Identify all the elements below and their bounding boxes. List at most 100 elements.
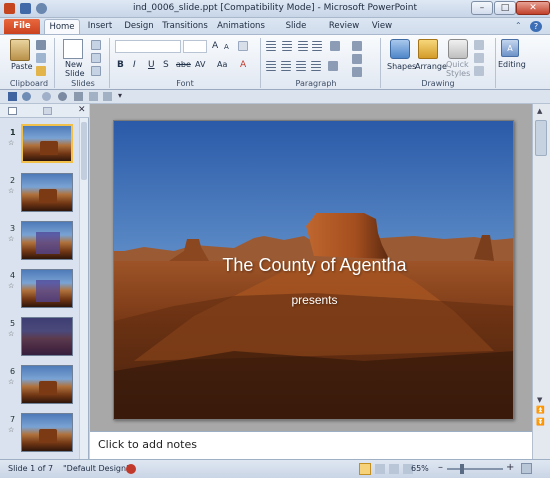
vertical-scrollbar[interactable]: ▲ ▼ ⏫ ⏬ <box>532 104 550 431</box>
slide-thumbnail[interactable] <box>21 269 73 308</box>
bold-button[interactable]: B <box>117 60 124 70</box>
shadow-button[interactable]: S <box>163 60 169 70</box>
slide-canvas[interactable]: The County of Agentha presents <box>113 120 514 420</box>
scroll-thumb[interactable] <box>535 120 547 156</box>
fit-to-window-icon[interactable] <box>521 463 532 474</box>
shrink-font-button[interactable]: A <box>224 43 229 51</box>
format-painter-icon[interactable] <box>36 66 46 76</box>
print-icon[interactable] <box>89 92 98 101</box>
slide-title[interactable]: The County of Agentha <box>114 255 513 276</box>
tab-transitions[interactable]: Transitions <box>162 19 208 35</box>
font-color-button[interactable]: A <box>240 60 246 70</box>
text-direction-icon[interactable] <box>352 41 362 51</box>
minimize-button[interactable]: – <box>471 1 493 15</box>
slide-subtitle[interactable]: presents <box>114 293 513 307</box>
zoom-level[interactable]: 65% <box>411 464 429 473</box>
arrange-label[interactable]: Arrange <box>415 62 447 71</box>
tab-review[interactable]: Review <box>327 19 361 35</box>
undo-icon[interactable] <box>22 92 31 101</box>
shapes-icon[interactable] <box>390 39 410 59</box>
font-name-field[interactable] <box>115 40 181 53</box>
reset-icon[interactable] <box>91 53 101 63</box>
scroll-down-icon[interactable]: ▼ <box>537 396 542 404</box>
italic-button[interactable]: I <box>133 60 136 70</box>
close-button[interactable]: ✕ <box>516 1 550 15</box>
quick-styles-icon[interactable] <box>448 39 468 59</box>
notes-pane[interactable]: Click to add notes <box>90 431 532 459</box>
customize-toolbar-icon[interactable]: ▾ <box>118 91 122 100</box>
scroll-up-icon[interactable]: ▲ <box>537 107 542 115</box>
shape-effects-icon[interactable] <box>474 66 484 76</box>
section-icon[interactable] <box>91 66 101 76</box>
redo-icon[interactable] <box>42 92 51 101</box>
previous-slide-icon[interactable]: ⏫ <box>536 406 545 414</box>
close-panel-icon[interactable]: ✕ <box>78 105 86 115</box>
zoom-out-button[interactable]: – <box>438 462 443 473</box>
cut-icon[interactable] <box>36 40 46 50</box>
start-slideshow-icon[interactable] <box>74 92 83 101</box>
tab-design[interactable]: Design <box>122 19 156 35</box>
new-slide-label[interactable]: New Slide <box>65 60 85 78</box>
shapes-label[interactable]: Shapes <box>387 62 416 71</box>
font-size-field[interactable] <box>183 40 207 53</box>
strikethrough-button[interactable]: abe <box>176 60 191 69</box>
slide-thumbnail[interactable] <box>21 124 73 163</box>
slide-thumbnail[interactable] <box>21 365 73 404</box>
slide-thumbnail[interactable] <box>21 317 73 356</box>
zoom-in-button[interactable]: + <box>506 462 514 473</box>
change-case-button[interactable]: Aa <box>217 60 227 69</box>
align-left-icon[interactable] <box>266 61 276 71</box>
arrange-icon[interactable] <box>418 39 438 59</box>
tab-animations[interactable]: Animations <box>216 19 266 35</box>
slide-thumbnail[interactable] <box>21 413 73 452</box>
repeat-icon[interactable] <box>58 92 67 101</box>
notes-scrollbar[interactable] <box>532 431 550 459</box>
new-slide-icon[interactable] <box>63 39 83 59</box>
copy-icon[interactable] <box>36 53 46 63</box>
underline-button[interactable]: U <box>148 60 155 70</box>
spell-check-icon[interactable] <box>126 464 136 474</box>
spelling-icon[interactable] <box>103 92 112 101</box>
editing-label[interactable]: Editing <box>498 60 526 69</box>
help-icon[interactable]: ? <box>530 21 542 32</box>
slides-tab-icon[interactable] <box>8 107 17 115</box>
maximize-button[interactable]: □ <box>494 1 516 15</box>
save-icon[interactable] <box>8 92 17 101</box>
panel-scroll-thumb[interactable] <box>81 122 87 180</box>
zoom-slider[interactable] <box>447 468 503 470</box>
grow-font-button[interactable]: A <box>212 41 218 51</box>
tab-slide-show[interactable]: Slide Show <box>274 19 318 46</box>
align-center-icon[interactable] <box>281 61 291 71</box>
tab-view[interactable]: View <box>368 19 396 35</box>
panel-scrollbar[interactable] <box>79 118 88 459</box>
shape-fill-icon[interactable] <box>474 40 484 50</box>
decrease-indent-icon[interactable] <box>298 41 308 51</box>
shape-outline-icon[interactable] <box>474 53 484 63</box>
quick-styles-label[interactable]: Quick Styles <box>446 60 470 78</box>
next-slide-icon[interactable]: ⏬ <box>536 418 545 426</box>
minimize-ribbon-icon[interactable]: ⌃ <box>515 21 525 31</box>
layout-icon[interactable] <box>91 40 101 50</box>
columns-icon[interactable] <box>328 61 338 71</box>
align-right-icon[interactable] <box>296 61 306 71</box>
normal-view-icon[interactable] <box>359 463 371 475</box>
outline-tab-icon[interactable] <box>43 107 52 115</box>
paste-label[interactable]: Paste <box>11 62 33 71</box>
bullets-icon[interactable] <box>266 41 276 51</box>
editing-icon[interactable]: A <box>501 39 519 57</box>
slide-thumbnail[interactable] <box>21 221 73 260</box>
tab-insert[interactable]: Insert <box>84 19 116 35</box>
paste-icon[interactable] <box>10 39 30 61</box>
increase-indent-icon[interactable] <box>312 41 322 51</box>
reading-view-icon[interactable] <box>389 464 399 474</box>
theme-name[interactable]: "Default Design" <box>63 464 130 473</box>
align-text-icon[interactable] <box>352 54 362 64</box>
smartart-icon[interactable] <box>352 67 362 77</box>
character-spacing-button[interactable]: AV <box>195 60 205 69</box>
zoom-slider-thumb[interactable] <box>460 464 464 474</box>
notes-placeholder[interactable]: Click to add notes <box>98 438 197 451</box>
numbering-icon[interactable] <box>282 41 292 51</box>
clear-formatting-icon[interactable] <box>238 41 248 51</box>
slide-thumbnail[interactable] <box>21 173 73 212</box>
tab-home[interactable]: Home <box>44 19 80 35</box>
